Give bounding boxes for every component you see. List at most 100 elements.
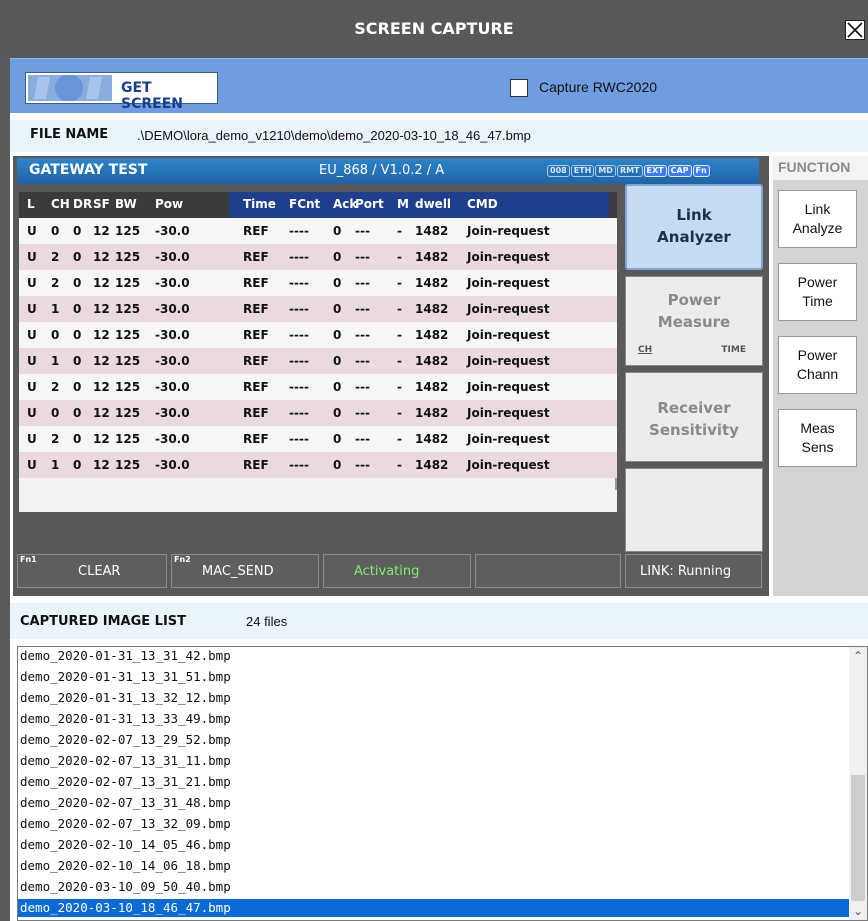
list-item[interactable]: demo_2020-02-07_13_31_11.bmp: [18, 752, 849, 770]
table-row[interactable]: U 0 0 12 125 -30.0 REF ---- 0 --- -1482 Join-reques…: [19, 400, 617, 426]
table-cell: U: [27, 380, 37, 394]
toolbar: GET SCREEN Capture RWC2020: [10, 58, 868, 113]
table-cell: 1482: [415, 406, 449, 420]
list-item[interactable]: demo_2020-02-07_13_31_48.bmp: [18, 794, 849, 812]
link-analyzer-button[interactable]: Link Analyzer: [625, 184, 763, 270]
column-header: Port: [355, 197, 384, 211]
list-item[interactable]: demo_2020-02-07_13_31_21.bmp: [18, 773, 849, 791]
power-time-function-button[interactable]: Power Time: [778, 263, 857, 321]
table-row[interactable]: U 2 0 12 125 -30.0 REF ---- 0 --- -1482 Join-reques…: [19, 270, 617, 296]
table-cell: 0: [73, 250, 82, 264]
table-cell: 0: [73, 328, 82, 342]
table-row[interactable]: U 1 0 12 125 -30.0 REF ---- 0 --- -1482 Join-reques…: [19, 452, 617, 478]
table-row[interactable]: U 2 0 12 125 -30.0 REF ---- 0 --- -1482 Join-reques…: [19, 426, 617, 452]
table-cell: 1: [51, 458, 60, 472]
table-cell: ---: [355, 276, 370, 290]
clear-button[interactable]: Fn1 CLEAR: [17, 554, 167, 588]
link-analyze-function-button[interactable]: Link Analyze: [778, 190, 857, 248]
list-item[interactable]: demo_2020-01-31_13_31_42.bmp: [18, 647, 849, 665]
list-item[interactable]: demo_2020-03-10_18_46_47.bmp: [18, 899, 849, 917]
scroll-down-icon[interactable]: ⌄: [849, 902, 867, 920]
list-item[interactable]: demo_2020-02-10_14_05_46.bmp: [18, 836, 849, 854]
fn2-label: Fn2: [174, 555, 191, 564]
table-cell: 0: [73, 302, 82, 316]
power-time-label: TIME: [721, 345, 746, 355]
table-cell: ---: [355, 328, 370, 342]
power-measure-line1: Power: [667, 291, 721, 309]
list-item[interactable]: demo_2020-01-31_13_32_12.bmp: [18, 689, 849, 707]
receiver-line2: Sensitivity: [649, 421, 739, 439]
table-cell: -30.0: [155, 224, 190, 238]
close-button[interactable]: [845, 20, 865, 40]
column-header: Time: [243, 197, 276, 211]
table-row[interactable]: U 2 0 12 125 -30.0 REF ---- 0 --- -1482 Join-reques…: [19, 244, 617, 270]
table-row[interactable]: U 1 0 12 125 -30.0 REF ---- 0 --- -1482 Join-reques…: [19, 296, 617, 322]
table-cell: 0: [51, 406, 60, 420]
table-row[interactable]: U 0 0 12 125 -30.0 REF ---- 0 --- -1482 Join-reques…: [19, 218, 617, 244]
badge-ext: EXT: [643, 165, 667, 177]
badge-md: MD: [595, 165, 616, 177]
list-item[interactable]: demo_2020-02-10_14_06_18.bmp: [18, 857, 849, 875]
get-screen-button[interactable]: GET SCREEN: [25, 72, 218, 112]
column-header: dwell: [415, 197, 452, 211]
get-screen-label: GET SCREEN: [121, 80, 183, 112]
receiver-sensitivity-button[interactable]: Receiver Sensitivity: [625, 372, 763, 462]
table-cell: -: [397, 302, 402, 316]
file-name-value: .\DEMO\lora_demo_v1210\demo\demo_2020-03…: [137, 128, 531, 143]
table-cell: 12: [93, 250, 110, 264]
table-cell: -30.0: [155, 250, 190, 264]
list-item[interactable]: demo_2020-03-10_09_50_40.bmp: [18, 878, 849, 896]
table-cell: 1482: [415, 224, 449, 238]
table-cell: 12: [93, 354, 110, 368]
table-row[interactable]: U 2 0 12 125 -30.0 REF ---- 0 --- -1482 Join-reques…: [19, 374, 617, 400]
table-cell: 1482: [415, 302, 449, 316]
capture-rwc-checkbox[interactable]: Capture RWC2020: [503, 79, 703, 99]
captured-image-list[interactable]: demo_2020-01-31_13_31_42.bmp demo_2020-01…: [17, 646, 868, 921]
table-cell: -: [397, 354, 402, 368]
table-cell: ---: [355, 302, 370, 316]
table-cell: 12: [93, 224, 110, 238]
meas-sens-function-button[interactable]: Meas Sens: [778, 409, 857, 467]
packet-table: L CH DR SF BW Pow Time FCnt Ack Port Mdwell CMD U00…: [19, 192, 617, 512]
clear-label: CLEAR: [78, 564, 121, 579]
gateway-title: GATEWAY TEST: [29, 162, 148, 178]
table-cell: -30.0: [155, 458, 190, 472]
column-header: Pow: [155, 197, 184, 211]
table-cell: REF: [243, 250, 269, 264]
table-cell: REF: [243, 328, 269, 342]
table-cell: ---: [355, 380, 370, 394]
list-item[interactable]: demo_2020-02-07_13_29_52.bmp: [18, 731, 849, 749]
mac-send-button[interactable]: Fn2 MAC_SEND: [171, 554, 319, 588]
list-item[interactable]: demo_2020-01-31_13_31_51.bmp: [18, 668, 849, 686]
table-cell: REF: [243, 458, 269, 472]
scroll-thumb[interactable]: [851, 775, 865, 901]
table-cell: Join-request: [467, 380, 550, 394]
function-key-bar: Fn1 CLEAR Fn2 MAC_SEND Activating LINK: …: [17, 554, 762, 590]
checkbox-box[interactable]: [510, 79, 528, 97]
list-item[interactable]: demo_2020-01-31_13_33_49.bmp: [18, 710, 849, 728]
power-measure-line2: Measure: [657, 313, 731, 331]
list-item[interactable]: demo_2020-02-07_13_32_09.bmp: [18, 815, 849, 833]
link-status: LINK: Running: [625, 554, 762, 588]
empty-mode-button[interactable]: [625, 468, 763, 552]
scroll-up-icon[interactable]: ⌃: [849, 647, 867, 665]
table-cell: 12: [93, 458, 110, 472]
table-cell: 125: [115, 276, 141, 290]
list-scrollbar[interactable]: ⌃ ⌄: [849, 647, 867, 920]
table-cell: -30.0: [155, 328, 190, 342]
table-cell: REF: [243, 354, 269, 368]
table-row[interactable]: U 1 0 12 125 -30.0 REF ---- 0 --- -1482 Join-reques…: [19, 348, 617, 374]
table-cell: ----: [289, 250, 309, 264]
badge-008: 008: [547, 165, 570, 177]
table-row[interactable]: U 0 0 12 125 -30.0 REF ---- 0 --- -1482 Join-reques…: [19, 322, 617, 348]
power-channel-function-button[interactable]: Power Chann: [778, 336, 857, 394]
table-cell: REF: [243, 380, 269, 394]
link-analyzer-line2: Analyzer: [657, 228, 731, 246]
table-cell: 1482: [415, 432, 449, 446]
column-header: SF: [93, 197, 110, 211]
badge-cap: CAP: [667, 165, 692, 177]
file-name-row: FILE NAME .\DEMO\lora_demo_v1210\demo\de…: [10, 120, 868, 152]
table-cell: -: [397, 380, 402, 394]
power-measure-button[interactable]: Power Measure CH TIME: [625, 276, 763, 366]
table-cell: 0: [73, 458, 82, 472]
